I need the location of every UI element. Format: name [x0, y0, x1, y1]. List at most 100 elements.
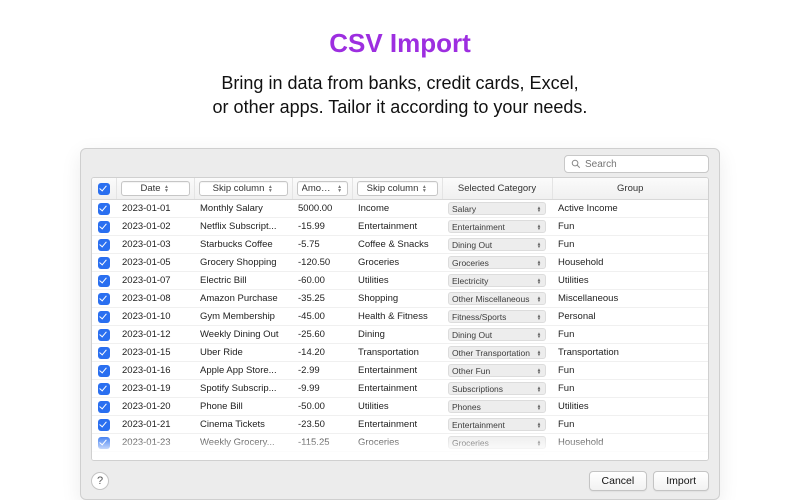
chevron-updown-icon: ▲▼: [536, 296, 542, 302]
category-select[interactable]: Phones▲▼: [448, 400, 546, 413]
sort-icon: ▲▼: [337, 185, 343, 193]
cell-group: Utilities: [552, 398, 708, 416]
cell-group: Fun: [552, 416, 708, 434]
cell-date: 2023-01-16: [116, 362, 194, 380]
cell-amount: -2.99: [292, 362, 352, 380]
row-checkbox[interactable]: [98, 221, 110, 233]
row-checkbox[interactable]: [98, 275, 110, 287]
sort-icon: ▲▼: [421, 185, 427, 193]
row-checkbox[interactable]: [98, 401, 110, 413]
table-row[interactable]: 2023-01-21Cinema Tickets-23.50Entertainm…: [92, 416, 708, 434]
table-row[interactable]: 2023-01-07Electric Bill-60.00UtilitiesEl…: [92, 272, 708, 290]
row-checkbox[interactable]: [98, 329, 110, 341]
cell-selected-category: Fitness/Sports▲▼: [442, 308, 552, 326]
row-checkbox[interactable]: [98, 203, 110, 215]
category-select[interactable]: Groceries▲▼: [448, 436, 546, 449]
search-input[interactable]: [585, 159, 702, 170]
cell-selected-category: Electricity▲▼: [442, 272, 552, 290]
cell-group: Household: [552, 434, 708, 452]
table-row[interactable]: 2023-01-10Gym Membership-45.00Health & F…: [92, 308, 708, 326]
category-select[interactable]: Other Fun▲▼: [448, 364, 546, 377]
category-select[interactable]: Other Transportation▲▼: [448, 346, 546, 359]
header-selected-category[interactable]: Selected Category: [442, 178, 552, 200]
header-date[interactable]: Date▲▼: [116, 178, 194, 200]
category-select[interactable]: Entertainment▲▼: [448, 418, 546, 431]
cell-group: Fun: [552, 362, 708, 380]
table-row[interactable]: 2023-01-02Netflix Subscript...-15.99Ente…: [92, 218, 708, 236]
table-row[interactable]: 2023-01-16Apple App Store...-2.99Enterta…: [92, 362, 708, 380]
row-checkbox[interactable]: [98, 257, 110, 269]
header-group[interactable]: Group: [552, 178, 708, 200]
cell-group: Household: [552, 254, 708, 272]
row-checkbox[interactable]: [98, 239, 110, 251]
row-checkbox[interactable]: [98, 311, 110, 323]
cell-amount: -35.25: [292, 290, 352, 308]
table-row[interactable]: 2023-01-20Phone Bill-50.00UtilitiesPhone…: [92, 398, 708, 416]
cell-selected-category: Groceries▲▼: [442, 434, 552, 452]
table-row[interactable]: 2023-01-05Grocery Shopping-120.50Groceri…: [92, 254, 708, 272]
import-button[interactable]: Import: [653, 471, 709, 491]
row-checkbox[interactable]: [98, 419, 110, 431]
search-icon: [571, 159, 581, 169]
row-checkbox[interactable]: [98, 365, 110, 377]
panel-footer: ? Cancel Import: [81, 467, 719, 499]
category-select[interactable]: Fitness/Sports▲▼: [448, 310, 546, 323]
cell-date: 2023-01-05: [116, 254, 194, 272]
header-amount[interactable]: Amount▲▼: [292, 178, 352, 200]
chevron-updown-icon: ▲▼: [536, 242, 542, 248]
cell-description: Weekly Grocery...: [194, 434, 292, 452]
chevron-updown-icon: ▲▼: [536, 206, 542, 212]
cell-date: 2023-01-25: [116, 452, 194, 462]
category-select[interactable]: Electricity▲▼: [448, 274, 546, 287]
cell-date: 2023-01-02: [116, 218, 194, 236]
cell-date: 2023-01-10: [116, 308, 194, 326]
table-row[interactable]: 2023-01-23Weekly Grocery...-115.25Grocer…: [92, 434, 708, 452]
help-button[interactable]: ?: [91, 472, 109, 490]
chevron-updown-icon: ▲▼: [536, 458, 542, 462]
category-select[interactable]: Entertainment▲▼: [448, 220, 546, 233]
row-checkbox[interactable]: [98, 347, 110, 359]
cell-amount: -60.00: [292, 452, 352, 462]
cell-category: Entertainment: [352, 416, 442, 434]
row-checkbox[interactable]: [98, 437, 110, 449]
cell-date: 2023-01-21: [116, 416, 194, 434]
category-select[interactable]: Other Miscellaneous▲▼: [448, 292, 546, 305]
cancel-button[interactable]: Cancel: [589, 471, 648, 491]
search-field[interactable]: [564, 155, 709, 173]
table-row[interactable]: 2023-01-03Starbucks Coffee-5.75Coffee & …: [92, 236, 708, 254]
cell-category: Health & Fitness: [352, 308, 442, 326]
table-row[interactable]: 2023-01-01Monthly Salary5000.00IncomeSal…: [92, 200, 708, 218]
hero-subtitle: Bring in data from banks, credit cards, …: [0, 71, 800, 120]
table-row[interactable]: 2023-01-19Spotify Subscrip...-9.99Entert…: [92, 380, 708, 398]
cell-amount: -5.75: [292, 236, 352, 254]
row-checkbox[interactable]: [98, 293, 110, 305]
cell-group: Fun: [552, 218, 708, 236]
row-checkbox[interactable]: [98, 455, 110, 462]
header-skip-2[interactable]: Skip column▲▼: [352, 178, 442, 200]
category-select[interactable]: Healthcare▲▼: [448, 454, 546, 461]
cell-group: Active Income: [552, 200, 708, 218]
cell-description: Starbucks Coffee: [194, 236, 292, 254]
table-row[interactable]: 2023-01-08Amazon Purchase-35.25ShoppingO…: [92, 290, 708, 308]
category-select[interactable]: Salary▲▼: [448, 202, 546, 215]
cell-description: Amazon Purchase: [194, 290, 292, 308]
category-select[interactable]: Dining Out▲▼: [448, 328, 546, 341]
row-checkbox[interactable]: [98, 383, 110, 395]
table-row[interactable]: 2023-01-15Uber Ride-14.20TransportationO…: [92, 344, 708, 362]
category-select[interactable]: Dining Out▲▼: [448, 238, 546, 251]
cell-group: Fun: [552, 380, 708, 398]
table-row[interactable]: 2023-01-25Dental Appointm...-60.00Health…: [92, 452, 708, 462]
header-skip-1[interactable]: Skip column▲▼: [194, 178, 292, 200]
cell-selected-category: Groceries▲▼: [442, 254, 552, 272]
cell-selected-category: Entertainment▲▼: [442, 218, 552, 236]
category-select[interactable]: Subscriptions▲▼: [448, 382, 546, 395]
cell-selected-category: Other Fun▲▼: [442, 362, 552, 380]
cell-date: 2023-01-03: [116, 236, 194, 254]
category-select[interactable]: Groceries▲▼: [448, 256, 546, 269]
chevron-updown-icon: ▲▼: [536, 332, 542, 338]
cell-description: Spotify Subscrip...: [194, 380, 292, 398]
cell-amount: -23.50: [292, 416, 352, 434]
chevron-updown-icon: ▲▼: [536, 368, 542, 374]
table-row[interactable]: 2023-01-12Weekly Dining Out-25.60DiningD…: [92, 326, 708, 344]
header-checkbox[interactable]: [92, 178, 116, 200]
